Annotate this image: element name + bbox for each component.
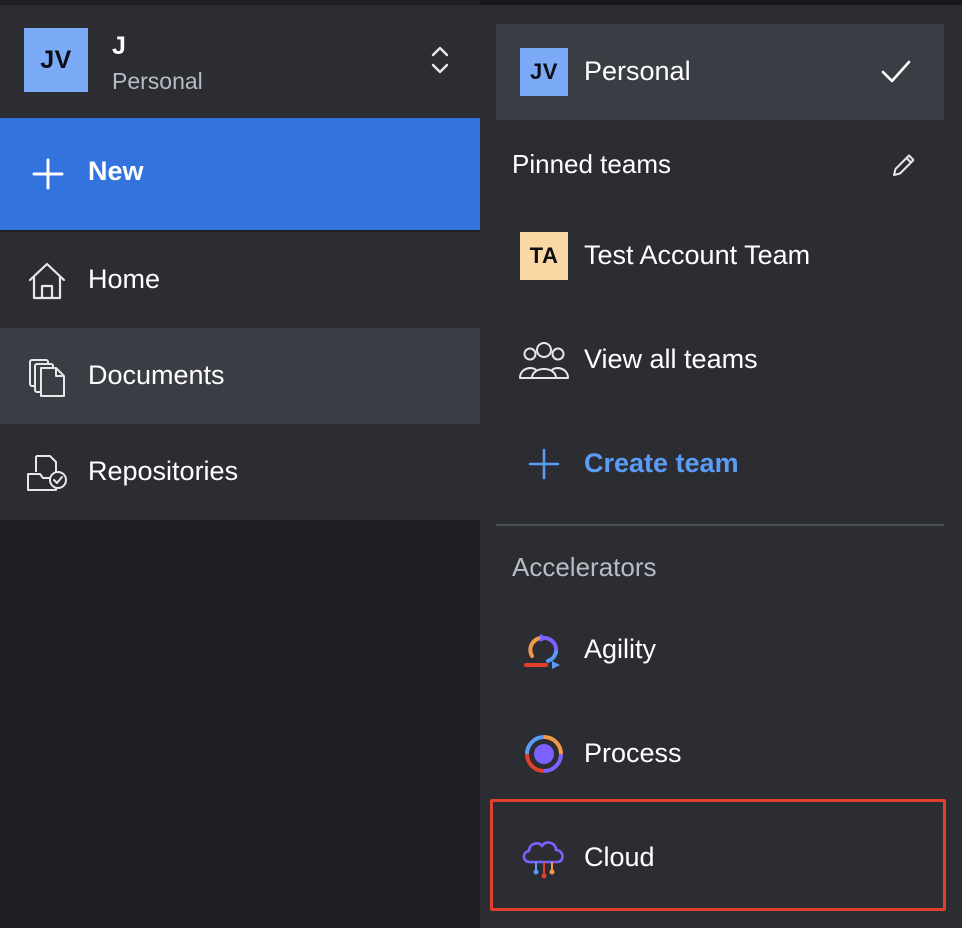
- new-button[interactable]: New: [0, 118, 480, 230]
- home-icon: [28, 262, 66, 300]
- sidebar-item-repositories[interactable]: Repositories: [0, 424, 480, 520]
- sidebar-item-label: Repositories: [88, 456, 239, 486]
- repositories-icon: [27, 455, 67, 491]
- sidebar-item-label: Documents: [88, 360, 225, 390]
- pinned-teams-heading: Pinned teams: [512, 149, 671, 179]
- accelerator-item-agility[interactable]: Agility: [496, 602, 944, 698]
- check-icon: [881, 60, 911, 83]
- cloud-icon: [522, 841, 564, 879]
- accelerator-label: Cloud: [584, 842, 655, 872]
- avatar: TA: [520, 232, 568, 280]
- team-label: Test Account Team: [584, 240, 811, 270]
- create-team-button[interactable]: Create team: [496, 416, 944, 512]
- team-item-test-account-team[interactable]: TA Test Account Team: [496, 208, 944, 304]
- accelerator-label: Agility: [584, 634, 657, 664]
- view-all-teams-label: View all teams: [584, 344, 758, 374]
- avatar: JV: [520, 48, 568, 96]
- current-workspace-label: Personal: [584, 56, 691, 86]
- accelerators-heading: Accelerators: [512, 552, 657, 582]
- chevron-up-down-icon[interactable]: [425, 43, 455, 77]
- accelerator-item-cloud[interactable]: Cloud: [496, 810, 944, 906]
- sidebar: JV J Personal New Home Documents Reposit…: [0, 0, 480, 928]
- pencil-icon[interactable]: [890, 151, 918, 179]
- create-team-label: Create team: [584, 448, 739, 478]
- divider: [496, 524, 944, 526]
- current-workspace-item[interactable]: JV Personal: [496, 24, 944, 120]
- new-button-label: New: [88, 156, 144, 186]
- sidebar-item-documents[interactable]: Documents: [0, 328, 480, 424]
- sidebar-item-home[interactable]: Home: [0, 232, 480, 328]
- account-name: J: [112, 32, 126, 60]
- avatar: JV: [24, 28, 88, 92]
- account-switcher[interactable]: JV J Personal: [0, 5, 480, 118]
- accelerator-label: Process: [584, 738, 682, 768]
- account-workspace: Personal: [112, 68, 203, 94]
- agility-icon: [524, 634, 560, 669]
- team-switcher-panel: JV Personal Pinned teams TA Test Account…: [480, 5, 962, 928]
- users-icon: [519, 342, 569, 379]
- view-all-teams-item[interactable]: View all teams: [496, 312, 944, 408]
- plus-icon: [32, 158, 64, 190]
- documents-icon: [29, 359, 65, 397]
- accelerator-item-process[interactable]: Process: [496, 706, 944, 802]
- process-icon: [525, 735, 563, 773]
- plus-icon: [528, 448, 560, 480]
- sidebar-item-label: Home: [88, 264, 161, 294]
